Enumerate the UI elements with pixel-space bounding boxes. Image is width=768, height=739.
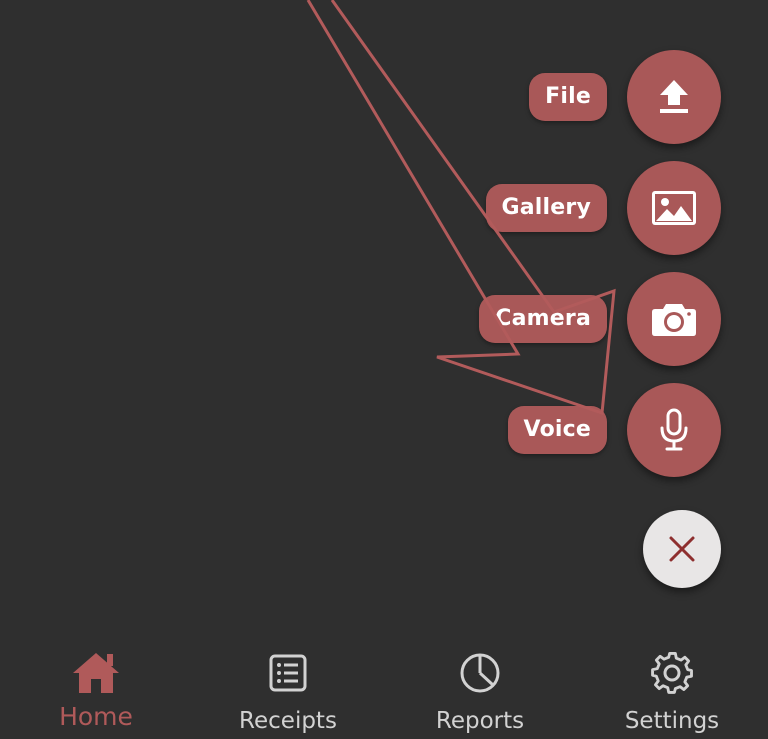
file-button[interactable] — [627, 50, 721, 144]
voice-label[interactable]: Voice — [507, 406, 607, 454]
nav-item-settings[interactable]: Settings — [576, 630, 768, 739]
camera-label[interactable]: Camera — [479, 295, 607, 343]
gallery-button[interactable] — [627, 161, 721, 255]
camera-button[interactable] — [627, 272, 721, 366]
pie-chart-icon — [460, 653, 500, 693]
list-icon — [269, 654, 307, 692]
microphone-icon — [660, 408, 688, 451]
nav-item-home[interactable]: Home — [0, 630, 192, 739]
nav-label-receipts: Receipts — [239, 708, 337, 734]
speed-dial-voice[interactable]: Voice — [507, 383, 721, 477]
nav-label-reports: Reports — [435, 708, 525, 734]
bottom-navigation: Home Receipts Reports Settings — [0, 630, 768, 739]
image-icon — [652, 191, 696, 225]
nav-item-receipts[interactable]: Receipts — [192, 630, 384, 739]
app-screen: File Gallery Camera Voice Home Receipts … — [0, 0, 768, 739]
speed-dial-camera[interactable]: Camera — [479, 272, 721, 366]
nav-label-settings: Settings — [624, 708, 720, 734]
home-icon — [73, 653, 119, 693]
speed-dial-menu: File Gallery Camera Voice — [0, 0, 768, 620]
file-label[interactable]: File — [529, 73, 607, 121]
nav-label-home: Home — [59, 702, 133, 731]
close-speed-dial-button[interactable] — [643, 510, 721, 588]
gallery-label[interactable]: Gallery — [485, 184, 607, 232]
speed-dial-file[interactable]: File — [529, 50, 721, 144]
close-icon — [669, 536, 695, 562]
nav-item-reports[interactable]: Reports — [384, 630, 576, 739]
camera-icon — [652, 304, 696, 336]
speed-dial-gallery[interactable]: Gallery — [485, 161, 721, 255]
upload-icon — [660, 80, 688, 113]
voice-button[interactable] — [627, 383, 721, 477]
gear-icon — [651, 652, 693, 694]
